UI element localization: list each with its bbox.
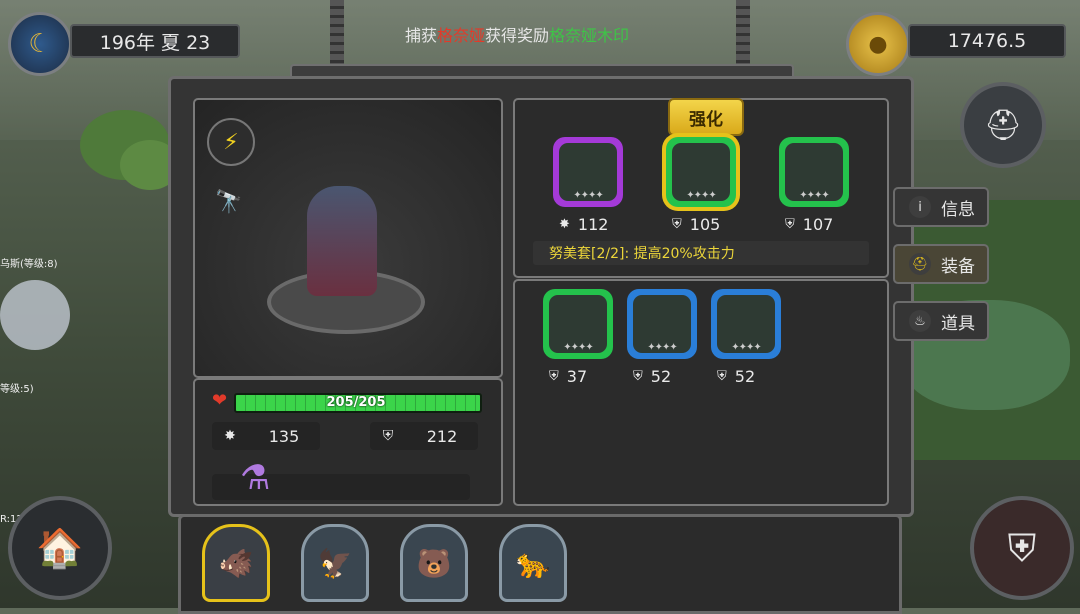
character-display: ⚡ 🔭 <box>193 98 503 378</box>
capture-message: 捕获格奈娅获得奖励格奈娅木印 <box>405 22 705 46</box>
defense-icon: ⛨ <box>717 369 727 384</box>
telescope-map-icon[interactable]: 🔭 <box>207 180 251 224</box>
equipment-slot[interactable]: ✦✦✦✦ <box>543 289 613 359</box>
info-icon: i <box>909 196 931 218</box>
message-middle: 获得奖励 <box>485 26 550 45</box>
party-member-polar-bear[interactable]: 🐻 <box>400 524 468 602</box>
eagle-portrait-icon: 🦅 <box>317 546 353 580</box>
hero-warthog-figure <box>307 186 377 296</box>
tab-label: 信息 <box>941 199 975 220</box>
gold-coin-icon: ● <box>846 12 910 76</box>
warthog-portrait-icon: 🐗 <box>218 546 254 580</box>
hanging-chain <box>330 0 344 64</box>
equipment-item-icon: ✦✦✦✦ <box>633 295 691 353</box>
equipment-item-icon: ✦✦✦✦ <box>785 143 843 201</box>
equipment-stat-value: 52 <box>734 367 756 386</box>
potion-bag-icon: ♨ <box>909 310 931 332</box>
attack-value: 135 <box>268 426 300 446</box>
heart-icon: ❤ <box>212 390 228 411</box>
defense-icon: ⛨ <box>633 369 643 384</box>
attack-icon: ✸ <box>559 217 570 232</box>
equipment-item-icon: ✦✦✦✦ <box>549 295 607 353</box>
equipment-stat: ⛨ 105 <box>672 215 720 234</box>
hp-text: 205/205 <box>326 394 386 410</box>
season-moon-icon[interactable]: ☾ <box>8 12 72 76</box>
defense-value: 212 <box>426 426 458 446</box>
house-icon[interactable]: 🏠 <box>8 496 112 600</box>
defense-stat: ⛨ 212 <box>370 422 478 450</box>
party-member-leopard[interactable]: 🐆 <box>499 524 567 602</box>
equipment-slot[interactable]: ✦✦✦✦ <box>711 289 781 359</box>
polar-bear-portrait-icon: 🐻 <box>416 546 452 580</box>
attack-icon: ✸ <box>224 428 236 444</box>
leopard-portrait-icon: 🐆 <box>515 546 551 580</box>
hero-helmet-avatar-icon[interactable]: ⛑ <box>960 82 1046 168</box>
defense-icon: ⛨ <box>672 217 682 232</box>
equipment-item-icon: ✦✦✦✦ <box>559 143 617 201</box>
equipment-stat: ⛨ 37 <box>549 367 587 386</box>
battle-shield-icon[interactable]: ⛨ <box>970 496 1074 600</box>
party-member-warthog[interactable]: 🐗 <box>202 524 270 602</box>
map-unit-label: 等级:5) <box>0 384 34 395</box>
defense-icon: ⛨ <box>382 428 394 444</box>
lightning-skill-icon[interactable]: ⚡ <box>207 118 255 166</box>
defense-icon: ⛨ <box>549 369 559 384</box>
helmet-icon: ⛑ <box>909 253 931 275</box>
attack-stat: ✸ 135 <box>212 422 320 450</box>
equipment-stat-value: 107 <box>802 215 834 234</box>
defense-icon: ⛨ <box>785 217 795 232</box>
tab-potion-bag[interactable]: ♨ 道具 <box>893 301 989 341</box>
equipment-slot[interactable]: ✦✦✦✦ <box>666 137 736 207</box>
party-member-eagle[interactable]: 🦅 <box>301 524 369 602</box>
tab-helmet[interactable]: ⛑ 装备 <box>893 244 989 284</box>
map-unit-label: 乌斯(等级:8) <box>0 259 58 270</box>
equipment-stat: ✸ 112 <box>559 215 608 234</box>
equipment-stat-value: 37 <box>566 367 588 386</box>
message-reward: 格奈娅木印 <box>549 26 630 45</box>
date-display: 196年 夏 23 <box>70 24 240 58</box>
tab-info[interactable]: i 信息 <box>893 187 989 227</box>
potion-icon[interactable]: ⚗ <box>240 458 270 498</box>
equipment-stat: ⛨ 52 <box>633 367 671 386</box>
hanging-chain <box>736 0 750 64</box>
equipment-item-icon: ✦✦✦✦ <box>672 143 730 201</box>
enhance-button[interactable]: 强化 <box>668 98 744 136</box>
message-prefix: 捕获 <box>405 26 438 45</box>
message-target: 格奈娅 <box>437 26 486 45</box>
equipment-stat-value: 105 <box>689 215 721 234</box>
equipment-stat: ⛨ 52 <box>717 367 755 386</box>
tab-label: 装备 <box>941 256 975 277</box>
set-bonus-text: 努美套[2/2]: 提高20%攻击力 <box>533 241 869 265</box>
equipment-stat-value: 112 <box>577 215 609 234</box>
equipment-slot[interactable]: ✦✦✦✦ <box>779 137 849 207</box>
equipment-slot[interactable]: ✦✦✦✦ <box>553 137 623 207</box>
background-creature <box>0 280 70 350</box>
gold-amount: 17476.5 <box>908 24 1066 58</box>
tab-label: 道具 <box>941 313 975 334</box>
equipment-slot[interactable]: ✦✦✦✦ <box>627 289 697 359</box>
equipment-item-icon: ✦✦✦✦ <box>717 295 775 353</box>
equipment-stat-value: 52 <box>650 367 672 386</box>
equipment-stat: ⛨ 107 <box>785 215 833 234</box>
